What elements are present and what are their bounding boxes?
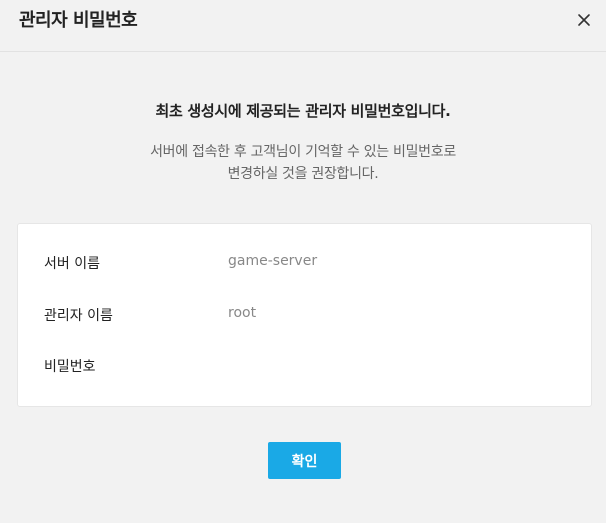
description-line: 서버에 접속한 후 고객님이 기억할 수 있는 비밀번호로: [150, 144, 456, 160]
description-line: 변경하실 것을 권장합니다.: [227, 166, 379, 182]
notice-text: 최초 생성시에 제공되는 관리자 비밀번호입니다.: [155, 102, 451, 120]
admin-name-label: 관리자 이름: [44, 308, 113, 324]
info-card: 서버 이름 game-server 관리자 이름 root 비밀번호: [17, 223, 592, 407]
server-name-label: 서버 이름: [44, 256, 100, 272]
description: 서버에 접속한 후 고객님이 기억할 수 있는 비밀번호로 변경하실 것을 권장…: [0, 141, 606, 185]
close-button[interactable]: [576, 12, 592, 28]
admin-password-dialog: 관리자 비밀번호 최초 생성시에 제공되는 관리자 비밀번호입니다. 서버에 접…: [0, 0, 606, 523]
dialog-title: 관리자 비밀번호: [19, 10, 138, 31]
server-name-value: game-server: [228, 253, 318, 269]
dialog-header: 관리자 비밀번호: [0, 0, 606, 52]
admin-name-value: root: [228, 305, 257, 321]
close-icon: [578, 14, 590, 26]
password-label: 비밀번호: [44, 359, 96, 375]
confirm-button[interactable]: 확인: [268, 442, 341, 479]
